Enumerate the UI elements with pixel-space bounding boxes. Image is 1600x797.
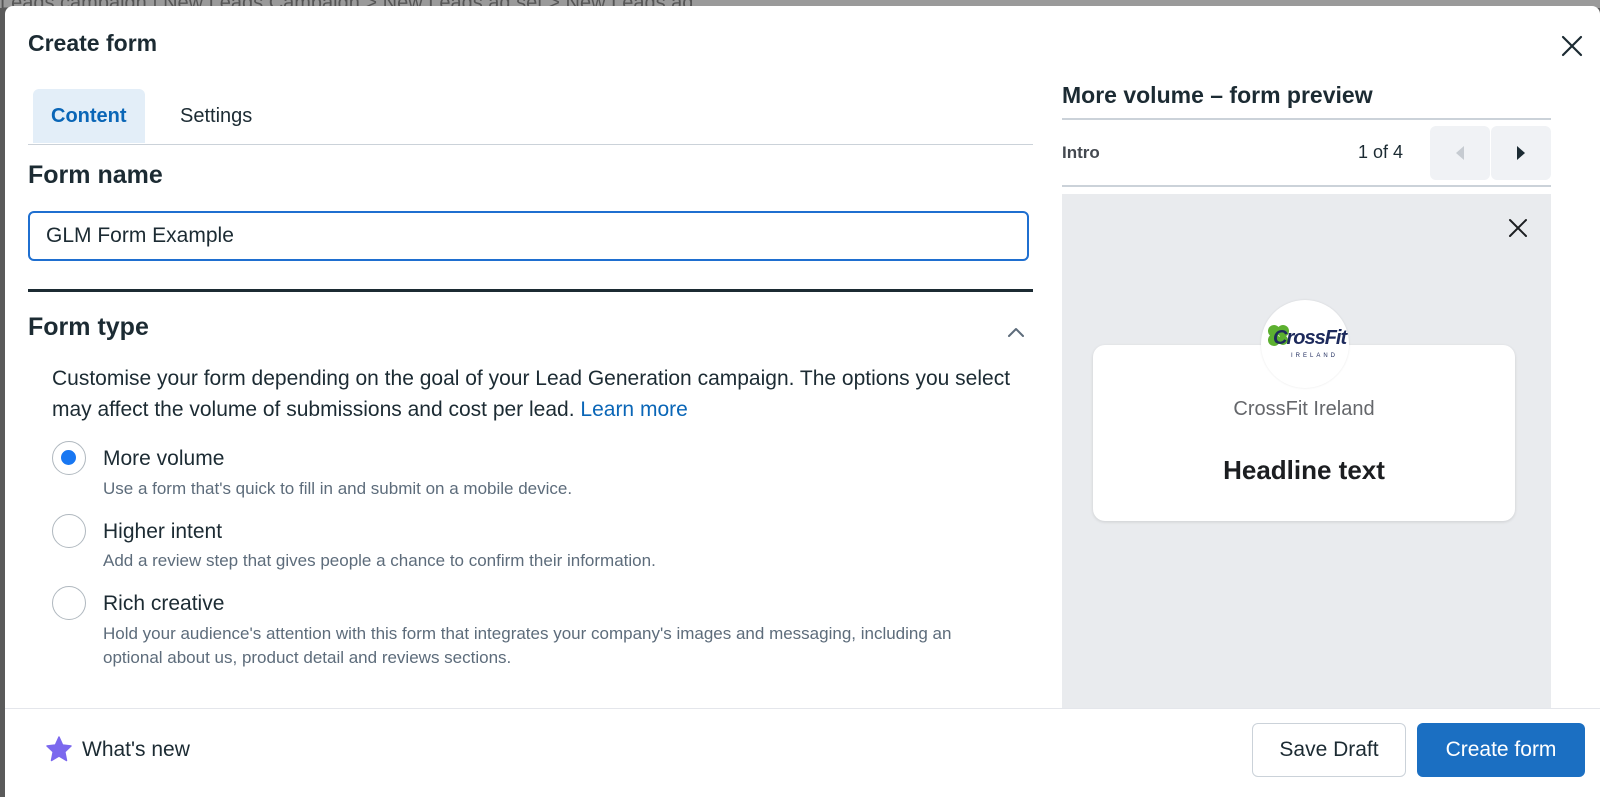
option-label-more-volume: More volume bbox=[103, 447, 225, 470]
tab-content[interactable]: Content bbox=[33, 89, 145, 143]
modal-title: Create form bbox=[28, 30, 158, 56]
preview-page-name: CrossFit Ireland bbox=[1233, 398, 1375, 420]
option-desc-higher-intent: Add a review step that gives people a ch… bbox=[103, 551, 656, 570]
chevron-right-icon bbox=[1517, 146, 1525, 160]
radio-higher-intent[interactable] bbox=[52, 514, 86, 548]
form-type-description: Customise your form depending on the goa… bbox=[52, 363, 1012, 425]
crossfit-logo: CrossFit IRELAND bbox=[1261, 300, 1349, 388]
preview-divider-bottom bbox=[1062, 185, 1551, 187]
star-icon bbox=[46, 736, 72, 762]
tab-bar: Content Settings bbox=[28, 83, 1033, 145]
chevron-up-icon[interactable] bbox=[1004, 321, 1028, 345]
radio-rich-creative[interactable] bbox=[52, 586, 86, 620]
preview-close-icon bbox=[1506, 216, 1530, 240]
learn-more-link[interactable]: Learn more bbox=[580, 398, 687, 421]
preview-next-button[interactable] bbox=[1491, 126, 1551, 180]
preview-page-indicator: 1 of 4 bbox=[1358, 142, 1404, 162]
close-icon[interactable] bbox=[1558, 32, 1586, 60]
whats-new-button[interactable]: What's new bbox=[45, 735, 190, 765]
option-label-rich-creative: Rich creative bbox=[103, 592, 225, 615]
logo-subtext: IRELAND bbox=[1291, 353, 1339, 359]
radio-more-volume[interactable] bbox=[52, 441, 86, 475]
modal-footer: What's new Save Draft Create form bbox=[5, 708, 1600, 797]
save-draft-button[interactable]: Save Draft bbox=[1252, 723, 1406, 777]
option-desc-rich-creative: Hold your audience's attention with this… bbox=[103, 624, 952, 667]
option-label-higher-intent: Higher intent bbox=[103, 520, 223, 543]
form-name-heading: Form name bbox=[28, 161, 163, 189]
form-type-description-text: Customise your form depending on the goa… bbox=[52, 367, 1011, 421]
preview-title: More volume – form preview bbox=[1062, 82, 1373, 108]
whats-new-label: What's new bbox=[82, 738, 190, 761]
logo-wordmark: CrossFit bbox=[1273, 327, 1347, 349]
option-desc-more-volume: Use a form that's quick to fill in and s… bbox=[103, 479, 573, 498]
preview-step-label: Intro bbox=[1062, 143, 1100, 162]
form-name-input[interactable] bbox=[28, 211, 1029, 261]
chevron-left-icon bbox=[1456, 146, 1464, 160]
preview-headline: Headline text bbox=[1223, 455, 1385, 485]
tab-settings[interactable]: Settings bbox=[162, 89, 270, 143]
form-type-heading: Form type bbox=[28, 313, 149, 341]
preview-prev-button[interactable] bbox=[1430, 126, 1490, 180]
section-divider bbox=[28, 289, 1033, 292]
preview-divider-top bbox=[1062, 118, 1551, 120]
create-form-button[interactable]: Create form bbox=[1417, 723, 1585, 777]
